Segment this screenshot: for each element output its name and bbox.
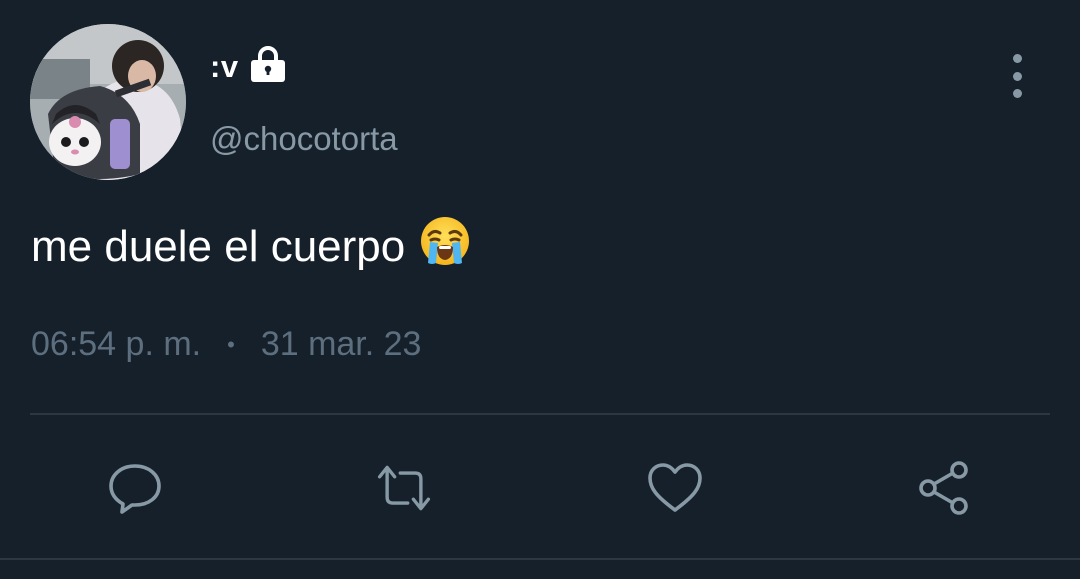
tweet-meta: 06:54 p. m. • 31 mar. 23: [31, 325, 421, 364]
tweet-detail: :v @chocotorta me duele el cuerpo 06:54 …: [0, 0, 1080, 579]
tweet-text: me duele el cuerpo: [31, 215, 471, 278]
display-name-text: :v: [210, 48, 239, 84]
tweet-body: me duele el cuerpo: [31, 221, 406, 271]
more-options-button[interactable]: [1002, 54, 1032, 98]
reply-icon: [109, 464, 161, 514]
divider: [30, 413, 1050, 415]
like-button[interactable]: [645, 458, 705, 518]
share-icon: [919, 461, 968, 515]
tweet-time: 06:54 p. m.: [31, 325, 202, 363]
bottom-divider: [0, 558, 1080, 560]
share-button[interactable]: [915, 458, 975, 518]
lock-icon: [249, 46, 287, 87]
loudly-crying-face-icon: [419, 215, 471, 278]
more-dot-icon: [1012, 54, 1022, 63]
retweet-button[interactable]: [374, 458, 434, 518]
retweet-icon: [377, 465, 431, 511]
heart-icon: [648, 463, 702, 512]
tweet-date: 31 mar. 23: [260, 325, 422, 363]
display-name[interactable]: :v: [210, 46, 287, 87]
user-handle[interactable]: @chocotorta: [210, 120, 398, 158]
avatar[interactable]: [30, 24, 186, 180]
meta-separator: •: [227, 331, 235, 357]
reply-button[interactable]: [105, 458, 165, 518]
more-dot-icon: [1012, 71, 1022, 81]
more-dot-icon: [1012, 89, 1022, 98]
